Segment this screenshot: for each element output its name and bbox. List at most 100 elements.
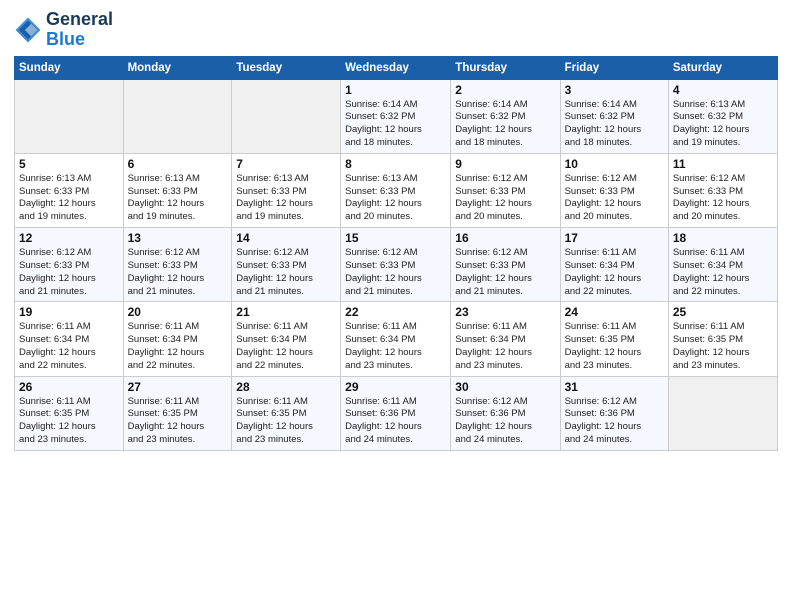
day-cell: 19Sunrise: 6:11 AM Sunset: 6:34 PM Dayli… [15,302,124,376]
day-cell: 27Sunrise: 6:11 AM Sunset: 6:35 PM Dayli… [123,376,232,450]
calendar-table: SundayMondayTuesdayWednesdayThursdayFrid… [14,56,778,451]
day-number: 1 [345,83,446,97]
day-cell: 7 Sunrise: 6:13 AM Sunset: 6:33 PM Daylig… [232,153,341,227]
day-number: 25 [673,305,773,319]
day-cell: 4 Sunrise: 6:13 AM Sunset: 6:32 PM Daylig… [668,79,777,153]
day-cell: 20 Sunrise: 6:11 AM Sunset: 6:34 PM Dayli… [123,302,232,376]
day-cell: 6Sunrise: 6:13 AM Sunset: 6:33 PM Daylig… [123,153,232,227]
day-cell: 31Sunrise: 6:12 AM Sunset: 6:36 PM Dayli… [560,376,668,450]
day-number: 10 [565,157,664,171]
weekday-header-saturday: Saturday [668,56,777,79]
day-info: Sunrise: 6:13 AM Sunset: 6:33 PM Dayligh… [19,173,119,224]
day-info: Sunrise: 6:12 AM Sunset: 6:33 PM Dayligh… [19,247,119,298]
day-number: 11 [673,157,773,171]
day-info: Sunrise: 6:12 AM Sunset: 6:33 PM Dayligh… [345,247,446,298]
day-info: Sunrise: 6:11 AM Sunset: 6:35 PM Dayligh… [236,396,336,447]
day-info: Sunrise: 6:12 AM Sunset: 6:33 PM Dayligh… [455,247,555,298]
day-number: 12 [19,231,119,245]
day-info: Sunrise: 6:11 AM Sunset: 6:35 PM Dayligh… [19,396,119,447]
logo-icon [14,16,42,44]
day-cell: 25 Sunrise: 6:11 AM Sunset: 6:35 PM Dayli… [668,302,777,376]
day-cell: 5 Sunrise: 6:13 AM Sunset: 6:33 PM Daylig… [15,153,124,227]
day-info: Sunrise: 6:11 AM Sunset: 6:34 PM Dayligh… [236,321,336,372]
day-number: 15 [345,231,446,245]
day-info: Sunrise: 6:12 AM Sunset: 6:33 PM Dayligh… [455,173,555,224]
day-info: Sunrise: 6:12 AM Sunset: 6:33 PM Dayligh… [673,173,773,224]
day-info: Sunrise: 6:11 AM Sunset: 6:36 PM Dayligh… [345,396,446,447]
day-cell [668,376,777,450]
day-info: Sunrise: 6:12 AM Sunset: 6:33 PM Dayligh… [565,173,664,224]
weekday-header-monday: Monday [123,56,232,79]
day-cell: 9 Sunrise: 6:12 AM Sunset: 6:33 PM Daylig… [451,153,560,227]
day-info: Sunrise: 6:11 AM Sunset: 6:34 PM Dayligh… [565,247,664,298]
day-number: 20 [128,305,228,319]
day-cell: 17 Sunrise: 6:11 AM Sunset: 6:34 PM Dayli… [560,228,668,302]
day-cell: 30 Sunrise: 6:12 AM Sunset: 6:36 PM Dayli… [451,376,560,450]
day-info: Sunrise: 6:13 AM Sunset: 6:33 PM Dayligh… [345,173,446,224]
day-info: Sunrise: 6:14 AM Sunset: 6:32 PM Dayligh… [455,99,555,150]
day-number: 31 [565,380,664,394]
day-number: 8 [345,157,446,171]
day-number: 22 [345,305,446,319]
day-info: Sunrise: 6:11 AM Sunset: 6:34 PM Dayligh… [128,321,228,372]
day-number: 27 [128,380,228,394]
weekday-header-tuesday: Tuesday [232,56,341,79]
day-info: Sunrise: 6:14 AM Sunset: 6:32 PM Dayligh… [345,99,446,150]
day-info: Sunrise: 6:14 AM Sunset: 6:32 PM Dayligh… [565,99,664,150]
day-cell: 16 Sunrise: 6:12 AM Sunset: 6:33 PM Dayli… [451,228,560,302]
weekday-header-row: SundayMondayTuesdayWednesdayThursdayFrid… [15,56,778,79]
day-number: 23 [455,305,555,319]
day-cell: 22 Sunrise: 6:11 AM Sunset: 6:34 PM Dayli… [341,302,451,376]
day-number: 24 [565,305,664,319]
week-row-2: 5 Sunrise: 6:13 AM Sunset: 6:33 PM Daylig… [15,153,778,227]
week-row-4: 19Sunrise: 6:11 AM Sunset: 6:34 PM Dayli… [15,302,778,376]
week-row-1: 1 Sunrise: 6:14 AM Sunset: 6:32 PM Daylig… [15,79,778,153]
day-cell: 2Sunrise: 6:14 AM Sunset: 6:32 PM Daylig… [451,79,560,153]
day-info: Sunrise: 6:13 AM Sunset: 6:33 PM Dayligh… [236,173,336,224]
week-row-5: 26 Sunrise: 6:11 AM Sunset: 6:35 PM Dayli… [15,376,778,450]
logo-text: General Blue [46,10,113,50]
day-number: 16 [455,231,555,245]
day-cell: 12 Sunrise: 6:12 AM Sunset: 6:33 PM Dayli… [15,228,124,302]
day-info: Sunrise: 6:11 AM Sunset: 6:35 PM Dayligh… [565,321,664,372]
day-number: 5 [19,157,119,171]
day-cell [123,79,232,153]
day-number: 7 [236,157,336,171]
day-number: 30 [455,380,555,394]
day-info: Sunrise: 6:11 AM Sunset: 6:34 PM Dayligh… [19,321,119,372]
weekday-header-wednesday: Wednesday [341,56,451,79]
day-cell: 29Sunrise: 6:11 AM Sunset: 6:36 PM Dayli… [341,376,451,450]
day-cell [15,79,124,153]
day-number: 26 [19,380,119,394]
day-cell: 28 Sunrise: 6:11 AM Sunset: 6:35 PM Dayli… [232,376,341,450]
day-number: 17 [565,231,664,245]
day-cell: 13Sunrise: 6:12 AM Sunset: 6:33 PM Dayli… [123,228,232,302]
day-cell: 15 Sunrise: 6:12 AM Sunset: 6:33 PM Dayli… [341,228,451,302]
day-cell: 1 Sunrise: 6:14 AM Sunset: 6:32 PM Daylig… [341,79,451,153]
day-number: 9 [455,157,555,171]
day-info: Sunrise: 6:12 AM Sunset: 6:33 PM Dayligh… [236,247,336,298]
day-number: 3 [565,83,664,97]
day-info: Sunrise: 6:11 AM Sunset: 6:34 PM Dayligh… [455,321,555,372]
day-cell: 24 Sunrise: 6:11 AM Sunset: 6:35 PM Dayli… [560,302,668,376]
day-cell: 11 Sunrise: 6:12 AM Sunset: 6:33 PM Dayli… [668,153,777,227]
day-info: Sunrise: 6:11 AM Sunset: 6:34 PM Dayligh… [345,321,446,372]
day-cell: 18Sunrise: 6:11 AM Sunset: 6:34 PM Dayli… [668,228,777,302]
day-info: Sunrise: 6:11 AM Sunset: 6:35 PM Dayligh… [673,321,773,372]
day-cell [232,79,341,153]
weekday-header-thursday: Thursday [451,56,560,79]
weekday-header-friday: Friday [560,56,668,79]
day-number: 21 [236,305,336,319]
day-number: 28 [236,380,336,394]
weekday-header-sunday: Sunday [15,56,124,79]
day-info: Sunrise: 6:13 AM Sunset: 6:32 PM Dayligh… [673,99,773,150]
day-info: Sunrise: 6:12 AM Sunset: 6:36 PM Dayligh… [455,396,555,447]
day-info: Sunrise: 6:12 AM Sunset: 6:33 PM Dayligh… [128,247,228,298]
day-number: 18 [673,231,773,245]
day-number: 4 [673,83,773,97]
day-cell: 26 Sunrise: 6:11 AM Sunset: 6:35 PM Dayli… [15,376,124,450]
page-header: General Blue [14,10,778,50]
day-cell: 10 Sunrise: 6:12 AM Sunset: 6:33 PM Dayli… [560,153,668,227]
day-cell: 21 Sunrise: 6:11 AM Sunset: 6:34 PM Dayli… [232,302,341,376]
day-number: 14 [236,231,336,245]
